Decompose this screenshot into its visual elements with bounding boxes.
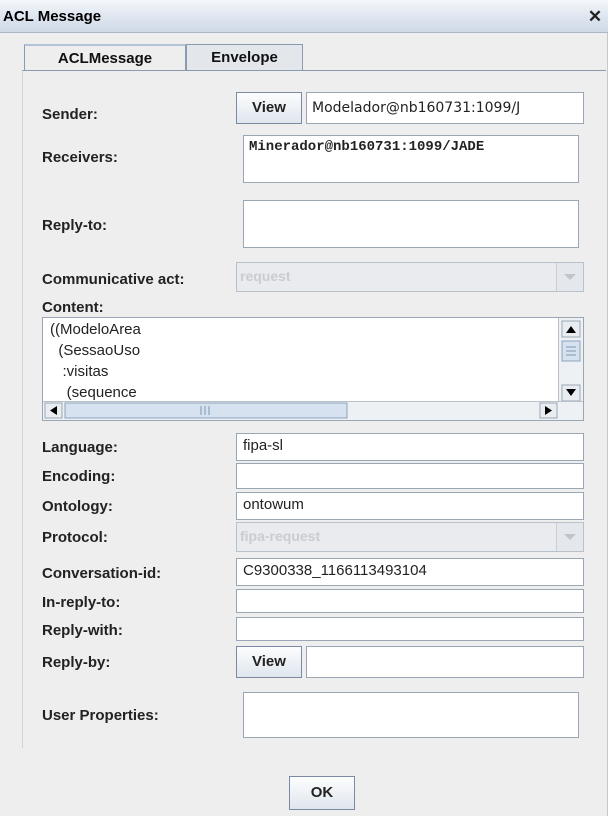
protocol-value: fipa-request xyxy=(240,528,321,544)
in-reply-to-field[interactable] xyxy=(236,589,584,613)
title-bar[interactable]: ACL Message ✕ xyxy=(0,0,608,33)
receivers-field[interactable]: Minerador@nb160731:1099/JADE xyxy=(243,135,579,183)
ok-button[interactable]: OK xyxy=(289,776,355,810)
sender-label: Sender: xyxy=(42,106,98,123)
sender-field[interactable]: Modelador@nb160731:1099/J xyxy=(306,92,584,124)
chevron-down-icon[interactable] xyxy=(556,523,583,551)
encoding-field[interactable] xyxy=(236,463,584,489)
content-line: :visitas xyxy=(50,363,109,380)
conversation-id-field[interactable]: C9300338_1166113493104 xyxy=(236,558,584,586)
close-icon[interactable]: ✕ xyxy=(585,8,605,26)
sender-view-button[interactable]: View xyxy=(236,92,302,124)
protocol-label: Protocol: xyxy=(42,529,108,546)
vertical-scrollbar[interactable] xyxy=(558,318,583,404)
communicative-act-value: request xyxy=(240,268,291,284)
receivers-label: Receivers: xyxy=(42,149,118,166)
communicative-act-label: Communicative act: xyxy=(42,271,185,288)
protocol-combo[interactable]: fipa-request xyxy=(236,522,584,552)
communicative-act-combo[interactable]: request xyxy=(236,262,584,292)
content-line: (SessaoUso xyxy=(50,342,141,359)
content-line: (sequence xyxy=(50,384,137,401)
reply-to-label: Reply-to: xyxy=(42,217,107,234)
window-title: ACL Message xyxy=(3,8,102,25)
reply-to-field[interactable] xyxy=(243,200,579,248)
reply-by-label: Reply-by: xyxy=(42,654,111,671)
in-reply-to-label: In-reply-to: xyxy=(42,594,121,611)
horizontal-scrollbar[interactable] xyxy=(43,401,583,420)
language-field[interactable]: fipa-sl xyxy=(236,433,584,461)
tab-envelope[interactable]: Envelope xyxy=(186,44,303,71)
ontology-label: Ontology: xyxy=(42,498,113,515)
acl-message-dialog: ACL Message ✕ ACLMessage Envelope Sender… xyxy=(0,0,608,816)
user-properties-label: User Properties: xyxy=(42,707,159,724)
ontology-field[interactable]: ontowum xyxy=(236,492,584,520)
conversation-id-label: Conversation-id: xyxy=(42,565,162,582)
tab-aclmessage[interactable]: ACLMessage xyxy=(24,44,186,71)
reply-with-field[interactable] xyxy=(236,617,584,641)
chevron-down-icon[interactable] xyxy=(556,263,583,291)
language-label: Language: xyxy=(42,439,118,456)
content-label: Content: xyxy=(42,299,104,316)
reply-with-label: Reply-with: xyxy=(42,622,123,639)
reply-by-view-button[interactable]: View xyxy=(236,646,302,678)
content-textarea[interactable]: ((ModeloArea (SessaoUso :visitas (sequen… xyxy=(42,317,584,421)
content-line: ((ModeloArea xyxy=(50,321,141,338)
user-properties-field[interactable] xyxy=(243,692,579,738)
encoding-label: Encoding: xyxy=(42,468,116,485)
reply-by-field[interactable] xyxy=(306,646,584,678)
